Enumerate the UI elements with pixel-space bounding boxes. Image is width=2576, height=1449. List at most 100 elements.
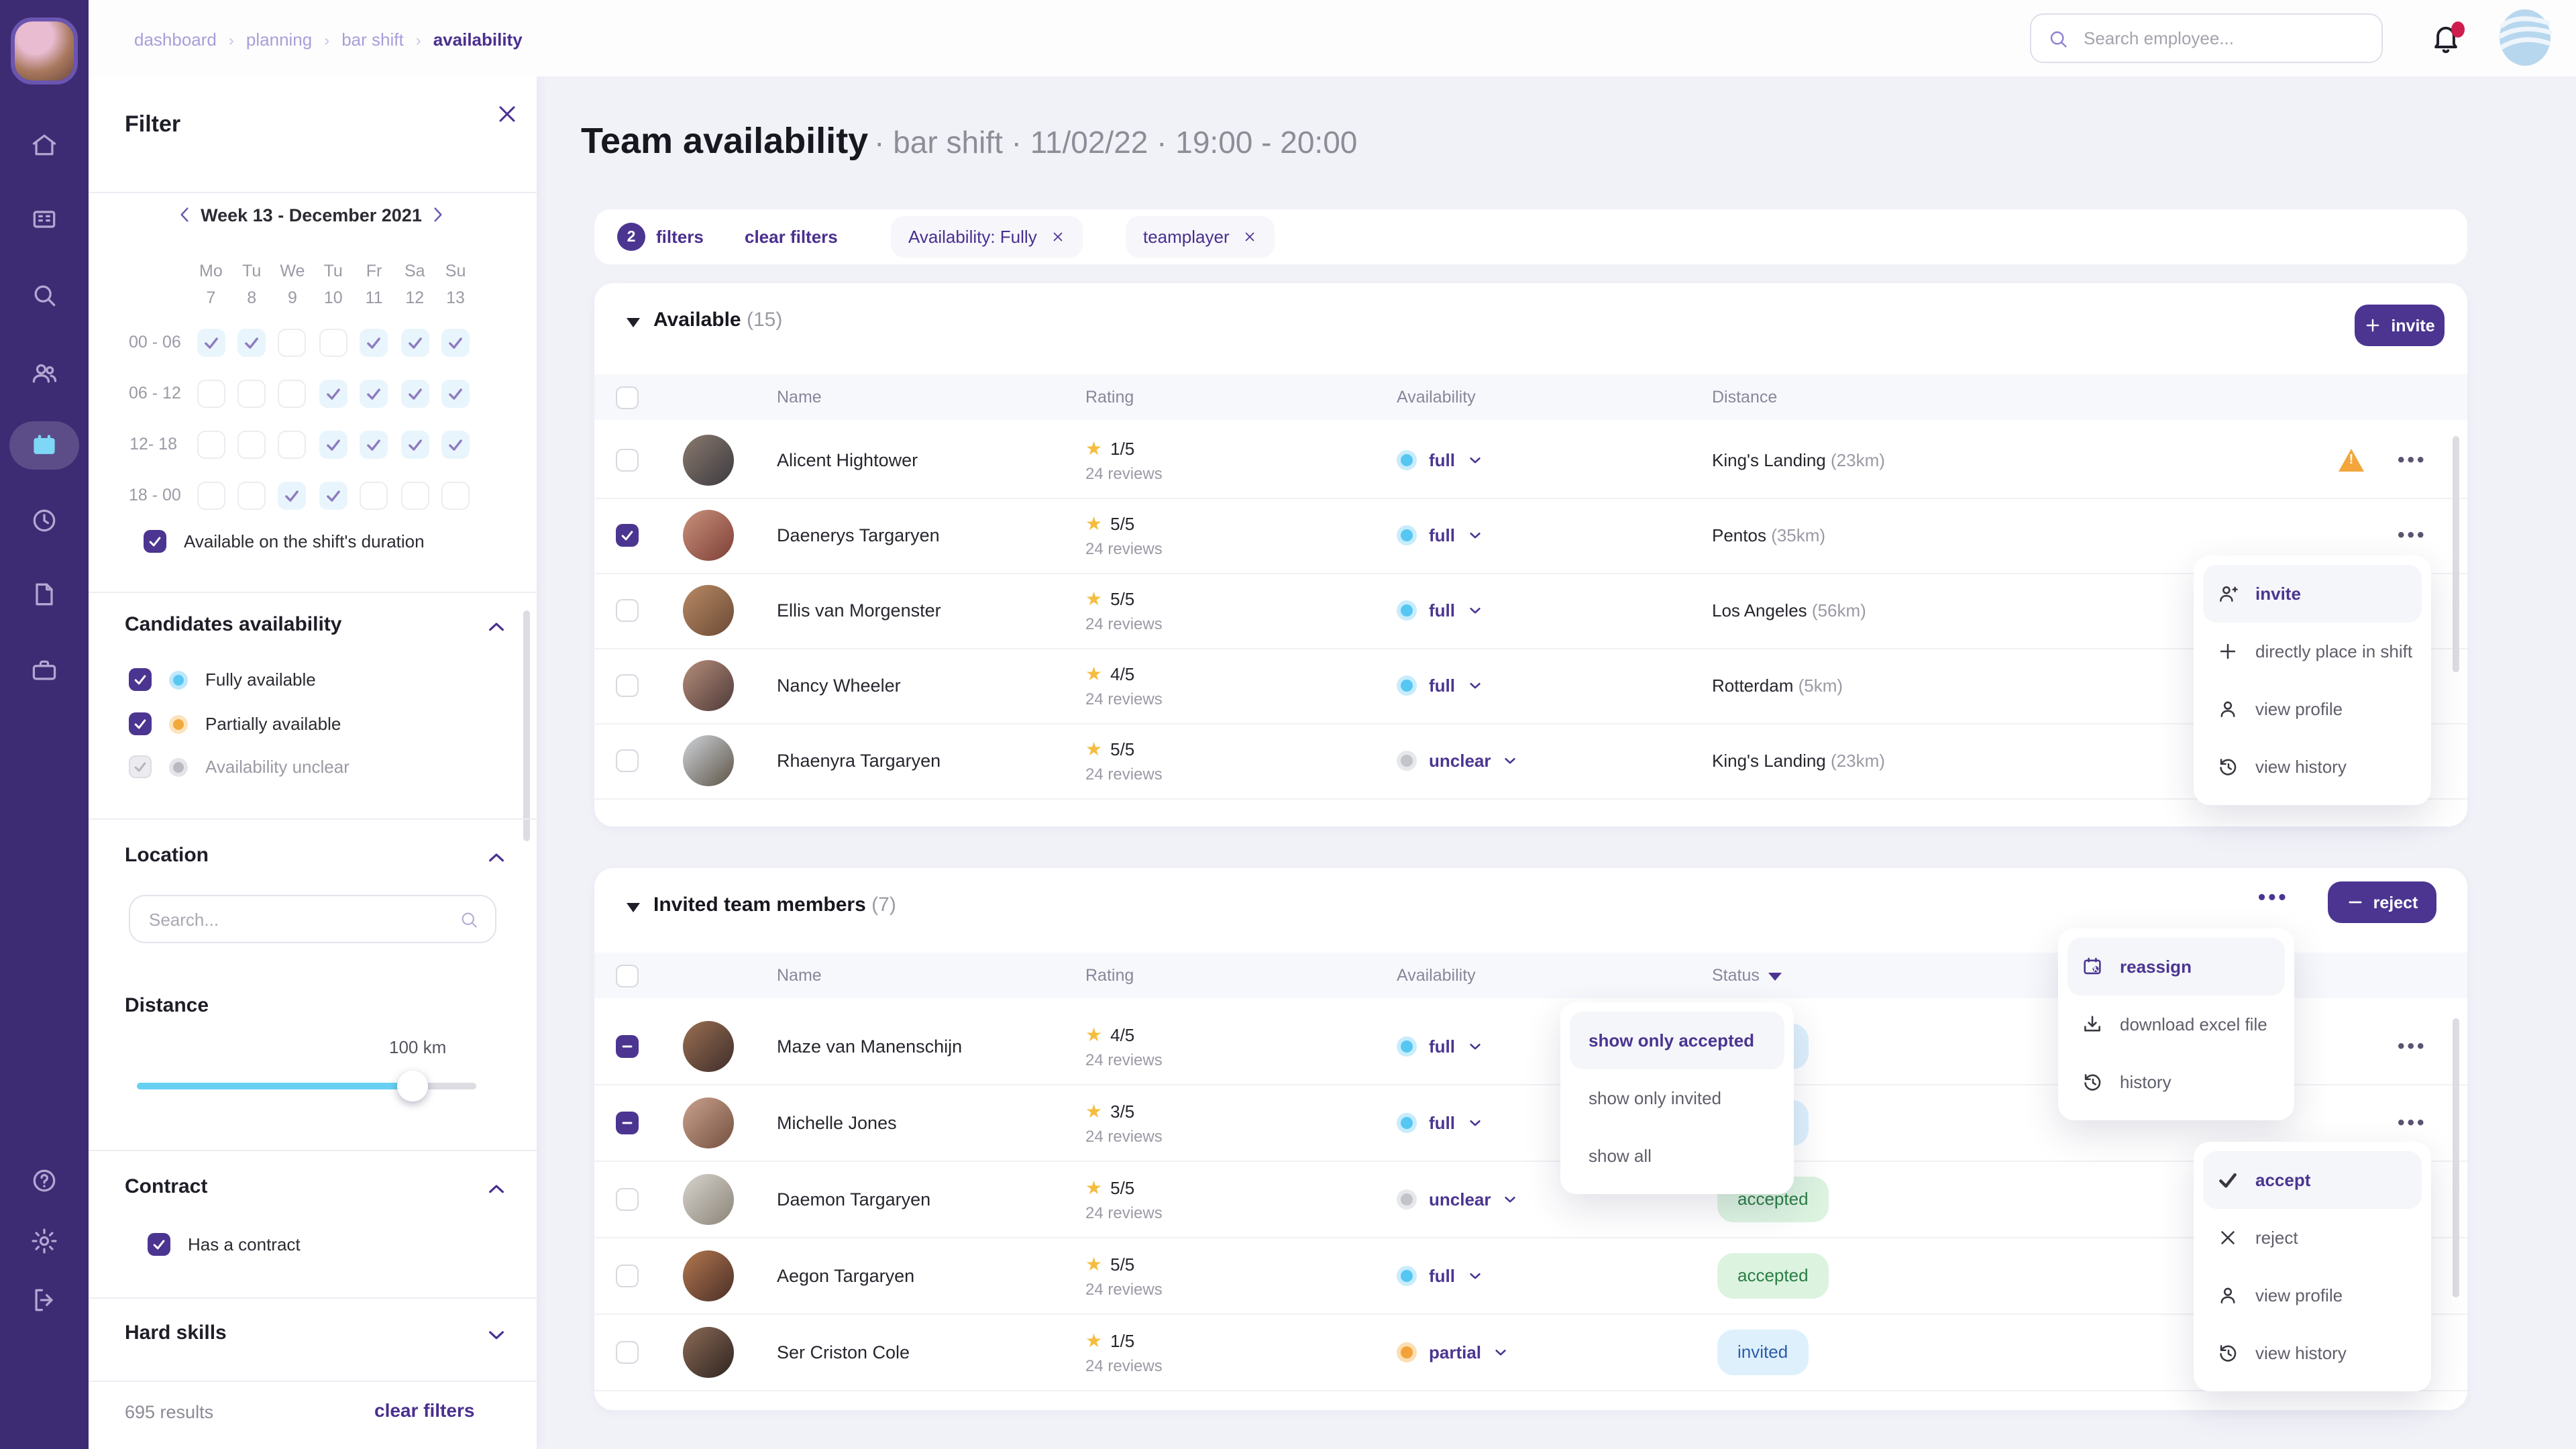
filter-chip-teamplayer[interactable]: teamplayer bbox=[1126, 216, 1275, 258]
has-contract-option[interactable]: Has a contract bbox=[148, 1233, 301, 1256]
menu-item[interactable]: invite bbox=[2203, 565, 2422, 623]
slot-checkbox[interactable] bbox=[237, 481, 266, 509]
chevron-up-icon[interactable] bbox=[486, 847, 507, 868]
option-checkbox[interactable] bbox=[129, 712, 152, 735]
slot-checkbox[interactable] bbox=[237, 430, 266, 458]
table-scrollbar[interactable] bbox=[2453, 1018, 2459, 1297]
row-checkbox[interactable] bbox=[616, 749, 639, 772]
menu-item[interactable]: view profile bbox=[2203, 680, 2422, 738]
menu-item[interactable]: show only accepted bbox=[1570, 1012, 1784, 1069]
slot-checkbox[interactable] bbox=[360, 328, 388, 356]
chevron-up-icon[interactable] bbox=[486, 616, 507, 637]
availability-cell[interactable]: unclear bbox=[1397, 751, 1518, 771]
clear-filters-button[interactable]: clear filters bbox=[745, 227, 838, 247]
slot-checkbox[interactable] bbox=[400, 430, 429, 458]
status-filter-triangle-icon[interactable] bbox=[1769, 972, 1782, 980]
row-checkbox[interactable] bbox=[616, 1034, 639, 1057]
slot-checkbox[interactable] bbox=[278, 328, 307, 356]
brand-logo[interactable] bbox=[2498, 8, 2552, 67]
option-checkbox[interactable] bbox=[129, 668, 152, 691]
collapse-triangle-icon[interactable] bbox=[627, 903, 640, 912]
row-checkbox[interactable] bbox=[616, 1264, 639, 1287]
slot-checkbox[interactable] bbox=[197, 328, 225, 356]
availability-cell[interactable]: full bbox=[1397, 676, 1482, 696]
slot-checkbox[interactable] bbox=[441, 430, 470, 458]
availability-cell[interactable]: full bbox=[1397, 525, 1482, 545]
clear-filters-link[interactable]: clear filters bbox=[374, 1399, 474, 1421]
row-checkbox[interactable] bbox=[616, 524, 639, 547]
reject-button[interactable]: reject bbox=[2328, 881, 2436, 923]
slot-checkbox[interactable] bbox=[237, 328, 266, 356]
search-icon[interactable] bbox=[30, 280, 59, 310]
availability-cell[interactable]: full bbox=[1397, 1265, 1482, 1285]
slot-checkbox[interactable] bbox=[319, 379, 347, 407]
section-actions-button[interactable]: ••• bbox=[2258, 887, 2289, 911]
slot-checkbox[interactable] bbox=[319, 328, 347, 356]
distance-slider[interactable] bbox=[137, 1083, 476, 1089]
menu-item[interactable]: view profile bbox=[2203, 1267, 2422, 1324]
briefcase-icon[interactable] bbox=[30, 656, 59, 686]
location-search-input[interactable] bbox=[146, 908, 459, 930]
slot-checkbox[interactable] bbox=[197, 379, 225, 407]
row-actions-button[interactable]: ••• bbox=[2398, 524, 2427, 547]
slot-checkbox[interactable] bbox=[197, 430, 225, 458]
remove-chip-icon[interactable] bbox=[1051, 229, 1065, 244]
help-icon[interactable] bbox=[30, 1166, 59, 1195]
has-contract-checkbox[interactable] bbox=[148, 1233, 170, 1256]
user-avatar[interactable] bbox=[15, 21, 74, 80]
row-checkbox[interactable] bbox=[616, 449, 639, 472]
slot-checkbox[interactable] bbox=[278, 481, 307, 509]
filter-chip-availability[interactable]: Availability: Fully bbox=[891, 216, 1083, 258]
close-icon[interactable] bbox=[494, 101, 521, 127]
row-actions-button[interactable]: ••• bbox=[2398, 1111, 2427, 1134]
menu-item[interactable]: view history bbox=[2203, 738, 2422, 796]
row-checkbox[interactable] bbox=[616, 599, 639, 622]
slot-checkbox[interactable] bbox=[278, 379, 307, 407]
invite-button[interactable]: invite bbox=[2355, 305, 2445, 346]
availability-cell[interactable]: unclear bbox=[1397, 1189, 1518, 1209]
slot-checkbox[interactable] bbox=[400, 379, 429, 407]
menu-item[interactable]: show only invited bbox=[1570, 1069, 1784, 1127]
row-checkbox[interactable] bbox=[616, 674, 639, 697]
shift-duration-checkbox[interactable] bbox=[144, 530, 166, 553]
team-icon[interactable] bbox=[30, 358, 59, 388]
chevron-up-icon[interactable] bbox=[486, 1178, 507, 1199]
menu-item[interactable]: directly place in shift bbox=[2203, 623, 2422, 680]
slot-checkbox[interactable] bbox=[400, 328, 429, 356]
slot-checkbox[interactable] bbox=[400, 481, 429, 509]
slot-checkbox[interactable] bbox=[319, 430, 347, 458]
notifications-bell-icon[interactable] bbox=[2428, 20, 2463, 56]
availability-filter-option[interactable]: Fully available bbox=[129, 668, 316, 691]
clock-icon[interactable] bbox=[30, 506, 59, 535]
row-checkbox[interactable] bbox=[616, 1111, 639, 1134]
menu-item[interactable]: history bbox=[2068, 1053, 2285, 1111]
warning-icon[interactable] bbox=[2339, 449, 2364, 472]
slot-checkbox[interactable] bbox=[360, 379, 388, 407]
slot-checkbox[interactable] bbox=[237, 379, 266, 407]
filter-scrollbar[interactable] bbox=[523, 610, 530, 841]
home-icon[interactable] bbox=[30, 130, 59, 160]
remove-chip-icon[interactable] bbox=[1243, 229, 1258, 244]
calendar-icon[interactable] bbox=[30, 431, 59, 460]
availability-cell[interactable]: full bbox=[1397, 450, 1482, 470]
row-actions-button[interactable]: ••• bbox=[2398, 449, 2427, 472]
menu-item[interactable]: download excel file bbox=[2068, 996, 2285, 1053]
logout-icon[interactable] bbox=[30, 1285, 59, 1315]
select-all-checkbox[interactable] bbox=[616, 964, 639, 987]
row-checkbox[interactable] bbox=[616, 1340, 639, 1363]
slot-checkbox[interactable] bbox=[360, 481, 388, 509]
availability-cell[interactable]: full bbox=[1397, 1112, 1482, 1132]
breadcrumb-bar-shift[interactable]: bar shift bbox=[341, 30, 404, 50]
slot-checkbox[interactable] bbox=[197, 481, 225, 509]
availability-filter-option[interactable]: Partially available bbox=[129, 712, 341, 735]
slot-checkbox[interactable] bbox=[441, 328, 470, 356]
slot-checkbox[interactable] bbox=[360, 430, 388, 458]
option-checkbox[interactable] bbox=[129, 755, 152, 778]
row-checkbox[interactable] bbox=[616, 1187, 639, 1210]
row-actions-button[interactable]: ••• bbox=[2398, 1034, 2427, 1057]
slot-checkbox[interactable] bbox=[319, 481, 347, 509]
building-icon[interactable] bbox=[30, 204, 59, 233]
availability-cell[interactable]: full bbox=[1397, 600, 1482, 621]
settings-icon[interactable] bbox=[30, 1226, 59, 1256]
menu-item[interactable]: show all bbox=[1570, 1127, 1784, 1185]
